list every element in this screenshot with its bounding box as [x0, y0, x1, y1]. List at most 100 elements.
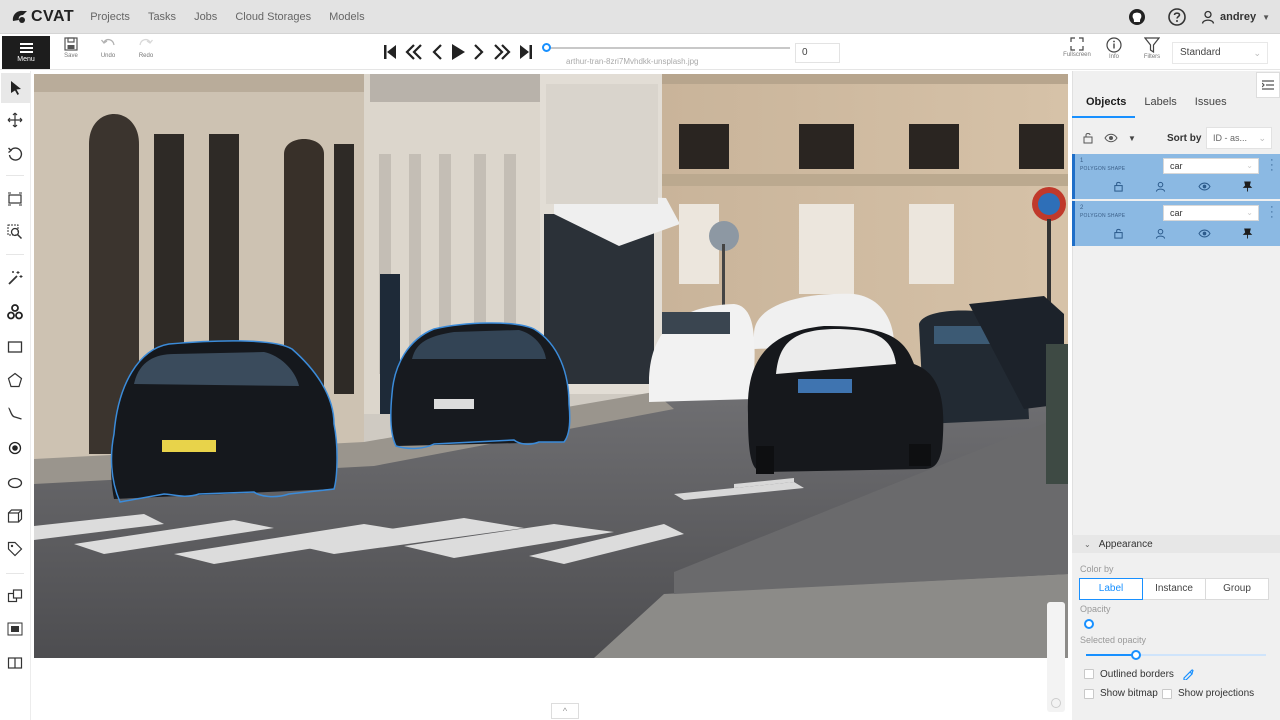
- workspace-select[interactable]: Standard ⌄: [1172, 42, 1268, 64]
- workspace-value: Standard: [1180, 47, 1221, 58]
- chevron-down-icon: ⌄: [1258, 133, 1266, 143]
- sort-select[interactable]: ID - as... ⌄: [1206, 127, 1272, 149]
- nav-jobs[interactable]: Jobs: [194, 11, 217, 23]
- eye-all-icon[interactable]: [1104, 132, 1118, 144]
- object-actions: [1113, 181, 1253, 192]
- group-tool[interactable]: [5, 619, 25, 639]
- filters-button[interactable]: Filters: [1132, 37, 1172, 60]
- previous-frame-icon[interactable]: [430, 43, 444, 61]
- first-frame-icon[interactable]: [382, 43, 398, 61]
- opacity-slider-handle[interactable]: [1084, 619, 1094, 629]
- move-tool[interactable]: [5, 110, 25, 130]
- zoom-region-tool[interactable]: [5, 222, 25, 242]
- rectangle-tool[interactable]: [5, 337, 25, 357]
- color-by-group-option[interactable]: Group: [1205, 578, 1269, 600]
- save-button[interactable]: Save: [53, 37, 89, 59]
- show-bitmap-checkbox[interactable]: Show bitmap: [1084, 688, 1158, 699]
- split-tool[interactable]: [5, 653, 25, 673]
- tag-tool[interactable]: [5, 539, 25, 559]
- user-icon[interactable]: [1155, 228, 1166, 239]
- outlined-borders-checkbox-box[interactable]: [1084, 669, 1094, 679]
- color-by-label-option[interactable]: Label: [1079, 578, 1143, 600]
- pin-icon[interactable]: [1242, 228, 1253, 239]
- tab-labels[interactable]: Labels: [1135, 86, 1185, 118]
- annotation-canvas[interactable]: [34, 74, 1068, 658]
- lock-all-icon[interactable]: [1082, 132, 1094, 144]
- object-menu-icon[interactable]: · · ·: [1270, 202, 1274, 223]
- lock-icon[interactable]: [1113, 228, 1124, 239]
- polygon-icon: [7, 372, 23, 388]
- opacity-slider-track[interactable]: [1088, 624, 1268, 626]
- cvat-logo[interactable]: CVAT: [11, 8, 74, 26]
- fast-backward-icon[interactable]: [404, 43, 424, 61]
- nav-models[interactable]: Models: [329, 11, 364, 23]
- object-label-select[interactable]: car ⌄: [1163, 205, 1259, 221]
- info-icon: [1106, 37, 1122, 53]
- help-icon[interactable]: [1167, 7, 1187, 27]
- object-label-select[interactable]: car ⌄: [1163, 158, 1259, 174]
- object-item[interactable]: 1 POLYGON SHAPE car ⌄ · · ·: [1072, 154, 1280, 199]
- menu-button[interactable]: Menu: [2, 36, 50, 69]
- next-frame-icon[interactable]: [472, 43, 486, 61]
- vertical-scrollbar[interactable]: [1047, 602, 1065, 712]
- rotate-tool[interactable]: [5, 144, 25, 164]
- eye-icon[interactable]: [1198, 181, 1211, 192]
- points-tool[interactable]: [5, 438, 25, 458]
- show-bitmap-checkbox-box[interactable]: [1084, 688, 1094, 699]
- scrollbar-thumb[interactable]: [1051, 698, 1061, 708]
- show-projections-checkbox[interactable]: Show projections: [1162, 688, 1254, 699]
- fullscreen-button[interactable]: Fullscreen: [1057, 37, 1097, 58]
- user-icon[interactable]: [1155, 181, 1166, 192]
- pin-icon[interactable]: [1242, 181, 1253, 192]
- username: andrey: [1220, 11, 1257, 23]
- cursor-tool[interactable]: [1, 73, 30, 103]
- collapse-all-icon[interactable]: ▼: [1128, 134, 1136, 143]
- color-by-instance-option[interactable]: Instance: [1142, 578, 1206, 600]
- outlined-borders-checkbox[interactable]: Outlined borders: [1084, 668, 1194, 680]
- info-button[interactable]: Info: [1094, 37, 1134, 60]
- frame-number-input[interactable]: 0: [795, 43, 840, 63]
- polygon-tool[interactable]: [5, 370, 25, 390]
- github-icon[interactable]: [1127, 7, 1147, 27]
- save-icon: [64, 37, 78, 51]
- merge-tool[interactable]: [5, 586, 25, 606]
- frame-slider-handle[interactable]: [542, 43, 551, 52]
- object-label-value: car: [1170, 161, 1183, 171]
- scroll-up-button[interactable]: ^: [551, 703, 579, 719]
- show-bitmap-label: Show bitmap: [1100, 688, 1158, 699]
- fast-forward-icon[interactable]: [492, 43, 512, 61]
- cuboid-tool[interactable]: [5, 506, 25, 526]
- color-picker-icon[interactable]: [1182, 668, 1194, 680]
- cvat-logo-text: CVAT: [31, 7, 75, 25]
- magic-wand-tool[interactable]: [5, 268, 25, 288]
- opencv-tool[interactable]: [5, 302, 25, 322]
- object-item[interactable]: 2 POLYGON SHAPE car ⌄ · · ·: [1072, 201, 1280, 246]
- redo-button[interactable]: Redo: [128, 37, 164, 59]
- nav-tasks[interactable]: Tasks: [148, 11, 176, 23]
- nav-projects[interactable]: Projects: [90, 11, 130, 23]
- fit-image-tool[interactable]: [5, 189, 25, 209]
- frame-slider-track[interactable]: [546, 47, 790, 49]
- show-projections-checkbox-box[interactable]: [1162, 688, 1172, 699]
- lock-icon[interactable]: [1113, 181, 1124, 192]
- tab-objects[interactable]: Objects: [1072, 86, 1136, 118]
- ellipse-tool[interactable]: [5, 473, 25, 493]
- nav-cloud-storages[interactable]: Cloud Storages: [235, 11, 311, 23]
- tab-issues[interactable]: Issues: [1186, 86, 1236, 118]
- last-frame-icon[interactable]: [518, 43, 534, 61]
- object-id: 1: [1080, 158, 1084, 164]
- cursor-icon: [10, 81, 21, 95]
- eye-icon[interactable]: [1198, 228, 1211, 239]
- object-menu-icon[interactable]: · · ·: [1270, 155, 1274, 176]
- left-tools-sidebar: [0, 71, 31, 720]
- selected-opacity-slider-handle[interactable]: [1131, 650, 1141, 660]
- fit-image-icon: [8, 192, 22, 206]
- fullscreen-icon: [1070, 37, 1084, 51]
- undo-button[interactable]: Undo: [90, 37, 126, 59]
- appearance-header[interactable]: ⌄ Appearance: [1072, 535, 1280, 553]
- undo-icon: [101, 38, 115, 46]
- play-icon[interactable]: [450, 43, 466, 61]
- user-menu[interactable]: andrey ▼: [1201, 10, 1270, 24]
- sidebar-collapse-button[interactable]: [1256, 72, 1280, 98]
- polyline-tool[interactable]: [5, 403, 25, 423]
